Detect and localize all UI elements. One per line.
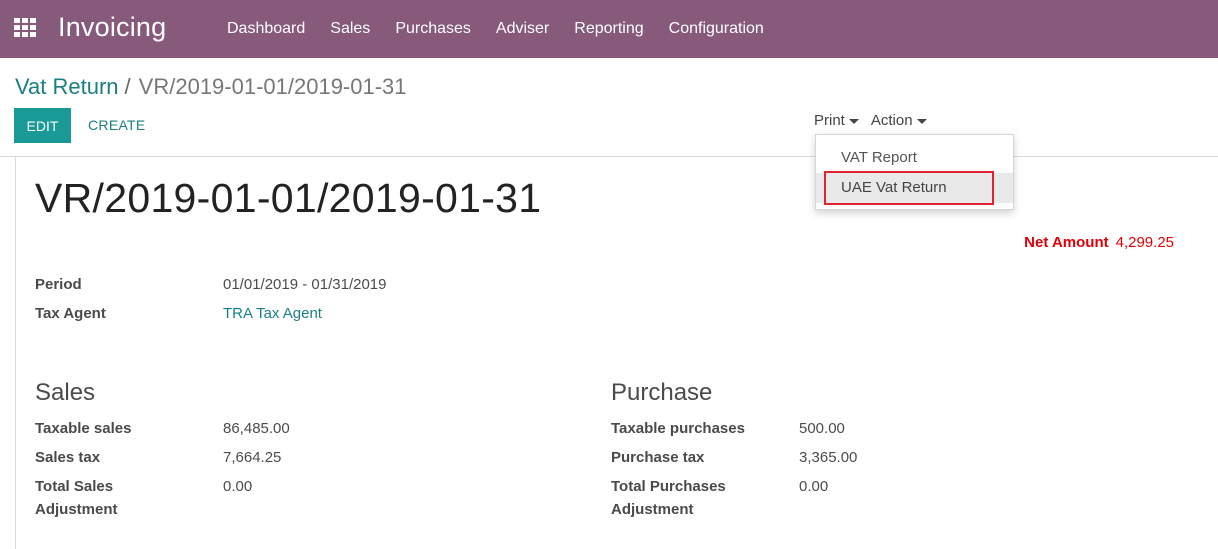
menu-sales[interactable]: Sales: [317, 0, 382, 58]
purchase-tax-label: Purchase tax: [611, 449, 705, 466]
action-dropdown-button[interactable]: Action: [871, 112, 927, 129]
total-purchases-adjustment-label-line2: Adjustment: [611, 501, 694, 518]
menu-purchases[interactable]: Purchases: [382, 0, 483, 58]
sidebar-buttons: Print Action: [814, 112, 939, 129]
purchase-tax-value: 3,365.00: [799, 449, 858, 466]
caret-down-icon: [916, 119, 927, 124]
action-label: Action: [870, 112, 913, 129]
menu-item-uae-vat-return[interactable]: UAE Vat Return: [816, 173, 1013, 203]
menu-adviser[interactable]: Adviser: [483, 0, 561, 58]
sales-tax-label: Sales tax: [35, 449, 101, 466]
breadcrumb: Vat Return / VR/2019-01-01/2019-01-31: [15, 74, 407, 100]
taxable-purchases-label: Taxable purchases: [611, 420, 745, 437]
purchase-section-title: Purchase: [611, 379, 713, 406]
breadcrumb-current: VR/2019-01-01/2019-01-31: [138, 74, 407, 99]
total-sales-adjustment-label-line2: Adjustment: [35, 501, 118, 518]
menu-reporting[interactable]: Reporting: [561, 0, 655, 58]
sales-tax-value: 7,664.25: [223, 449, 282, 466]
taxable-purchases-value: 500.00: [799, 420, 845, 437]
main-menu: Dashboard Sales Purchases Adviser Report…: [214, 0, 776, 58]
taxable-sales-label: Taxable sales: [35, 420, 132, 437]
edit-button[interactable]: EDIT: [14, 108, 71, 143]
menu-dashboard[interactable]: Dashboard: [214, 0, 317, 58]
tax-agent-label: Tax Agent: [35, 305, 106, 322]
net-amount-value: 4,299.25: [1115, 234, 1174, 251]
period-label: Period: [35, 276, 82, 293]
app-title: Invoicing: [58, 12, 167, 42]
net-amount: Net Amount 4,299.25: [1024, 234, 1174, 251]
net-amount-label: Net Amount: [1024, 234, 1109, 251]
record-title: VR/2019-01-01/2019-01-31: [35, 175, 542, 221]
print-dropdown-button[interactable]: Print: [814, 112, 859, 129]
top-navbar: Invoicing Dashboard Sales Purchases Advi…: [0, 0, 1218, 58]
taxable-sales-value: 86,485.00: [223, 420, 290, 437]
print-dropdown-menu: VAT Report UAE Vat Return: [815, 134, 1014, 210]
breadcrumb-separator: /: [124, 74, 131, 99]
breadcrumb-vat-return-link[interactable]: Vat Return: [15, 74, 119, 100]
caret-down-icon: [848, 119, 859, 124]
create-button[interactable]: CREATE: [88, 117, 146, 133]
print-label: Print: [814, 112, 845, 129]
total-purchases-adjustment-label-line1: Total Purchases: [611, 478, 726, 495]
period-value: 01/01/2019 - 01/31/2019: [223, 276, 387, 293]
total-sales-adjustment-label-line1: Total Sales: [35, 478, 114, 495]
total-sales-adjustment-value: 0.00: [223, 478, 253, 495]
apps-grid-icon[interactable]: [14, 18, 36, 37]
menu-item-vat-report[interactable]: VAT Report: [816, 143, 1013, 173]
total-purchases-adjustment-value: 0.00: [799, 478, 829, 495]
tax-agent-link[interactable]: TRA Tax Agent: [223, 302, 322, 325]
sales-section-title: Sales: [35, 379, 96, 406]
menu-configuration[interactable]: Configuration: [656, 0, 776, 58]
